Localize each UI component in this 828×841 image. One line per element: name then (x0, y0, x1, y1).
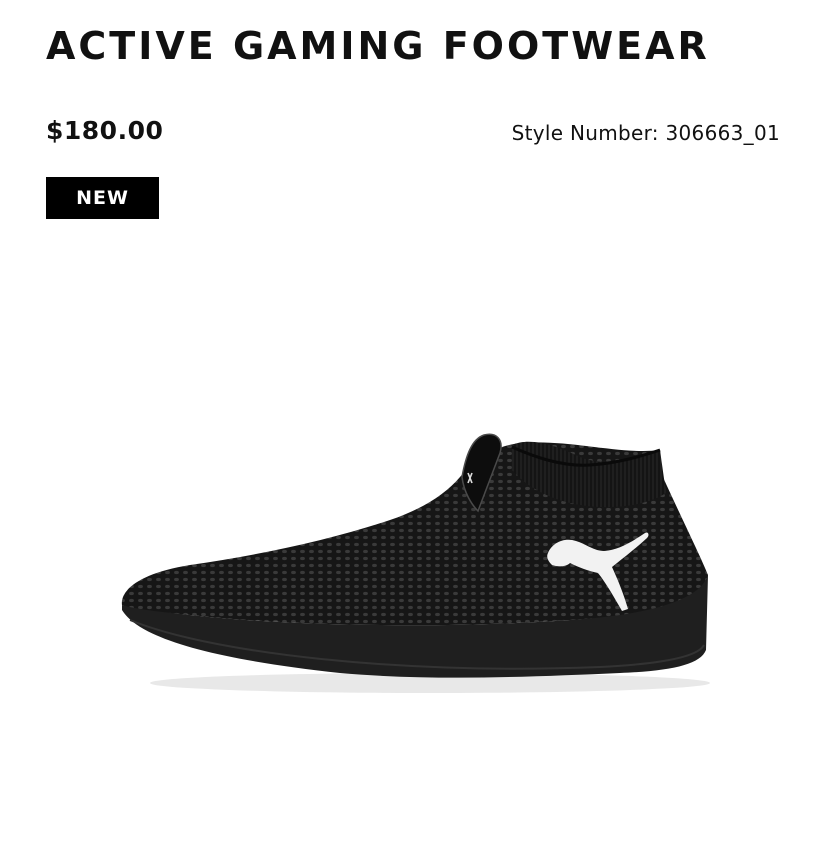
new-badge: NEW (46, 177, 159, 219)
style-number: Style Number: 306663_01 (511, 121, 780, 145)
product-price: $180.00 (46, 116, 164, 145)
product-image[interactable] (100, 415, 720, 705)
product-title: ACTIVE GAMING FOOTWEAR (46, 24, 710, 68)
